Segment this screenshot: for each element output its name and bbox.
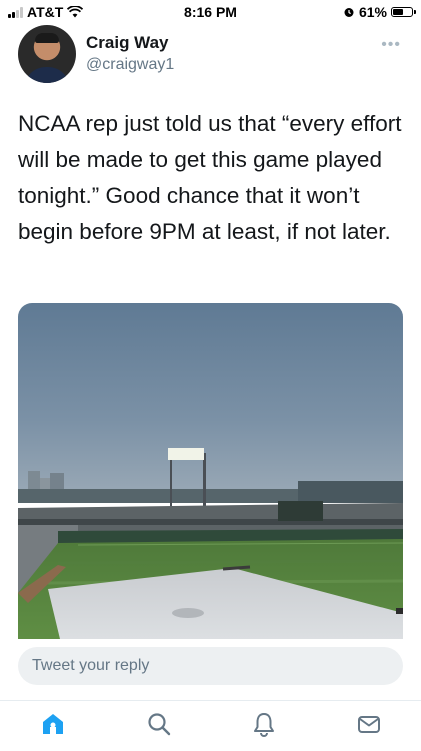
battery-percent: 61% (358, 4, 387, 20)
home-icon[interactable] (40, 711, 66, 737)
avatar[interactable] (18, 25, 76, 83)
search-icon[interactable] (146, 711, 172, 737)
status-right: 61% (343, 4, 416, 20)
reply-placeholder: Tweet your reply (32, 657, 150, 674)
notifications-icon[interactable] (251, 711, 277, 737)
user-handle[interactable]: @craigway1 (86, 56, 174, 74)
tab-bar (0, 700, 421, 751)
display-name[interactable]: Craig Way (86, 33, 169, 53)
status-bar: AT&T 8:16 PM 61% (0, 0, 421, 24)
alarm-icon (344, 8, 354, 17)
reply-input[interactable]: Tweet your reply (18, 647, 403, 685)
messages-icon[interactable] (356, 711, 382, 737)
battery-icon (391, 7, 416, 17)
more-dots-icon[interactable]: ••• (381, 36, 401, 54)
stadium-photo (18, 303, 403, 639)
tweet-photo[interactable] (18, 303, 403, 639)
tweet-text: NCAA rep just told us that “every effort… (18, 111, 402, 244)
battery-fill (393, 9, 404, 15)
